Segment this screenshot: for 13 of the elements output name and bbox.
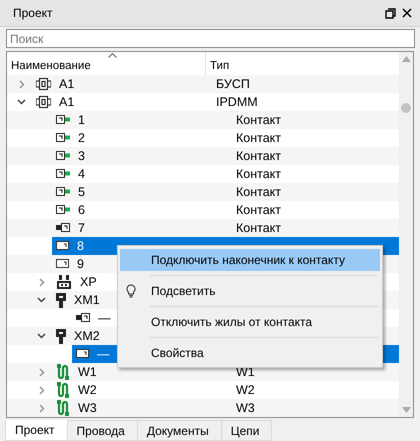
type-cell-text: Контакт bbox=[235, 202, 282, 219]
type-cell-text: Контакт bbox=[235, 220, 282, 237]
type-cell-text: W3 bbox=[235, 400, 256, 417]
type-cell-text: Контакт bbox=[235, 184, 282, 201]
type-cell-text: W2 bbox=[235, 382, 256, 399]
panel-title: Проект bbox=[13, 6, 54, 20]
type-cell-text: Контакт bbox=[235, 148, 282, 165]
type-cell-text: Контакт bbox=[235, 112, 282, 129]
type-cell-text: W1 bbox=[235, 364, 256, 381]
type-cell-text: БУСП bbox=[215, 76, 251, 93]
type-cell-text: Контакт bbox=[235, 166, 282, 183]
type-cell-text: Контакт bbox=[235, 130, 282, 147]
type-cell-text: IPDMM bbox=[215, 94, 259, 111]
